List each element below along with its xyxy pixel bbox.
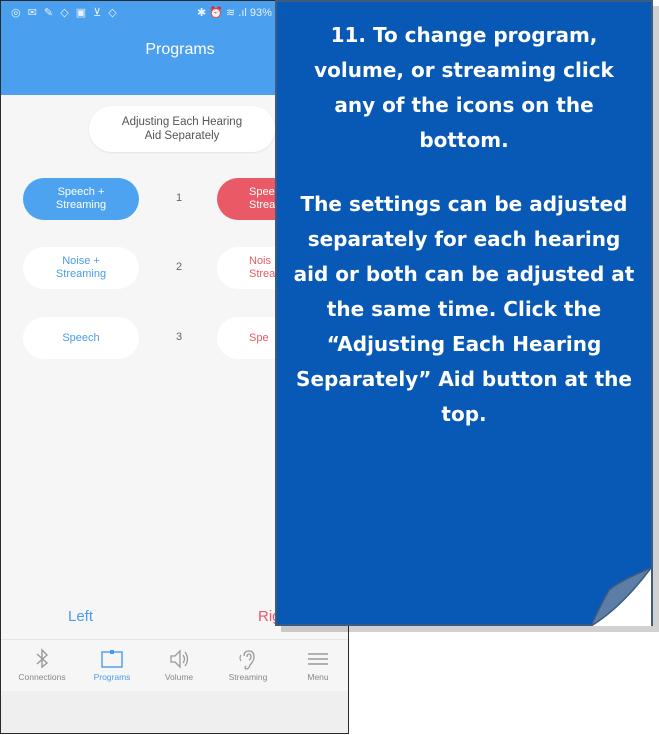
- program-2-left-button[interactable]: Noise + Streaming: [23, 247, 139, 289]
- system-bar-area: [1, 691, 348, 733]
- callout-paragraph-1: 11. To change program, volume, or stream…: [314, 23, 614, 152]
- nav-streaming-label: Streaming: [228, 672, 268, 682]
- program-3-right-label: Spe: [249, 331, 269, 344]
- nav-programs[interactable]: Programs: [77, 646, 147, 682]
- program-3-left-label: Speech: [62, 331, 100, 344]
- program-3-left-button[interactable]: Speech: [23, 317, 139, 359]
- program-1-number: 1: [175, 192, 183, 204]
- callout-paragraph-2: The settings can be adjusted separately …: [293, 192, 635, 426]
- nav-volume-label: Volume: [164, 672, 194, 682]
- program-3-number: 3: [175, 331, 183, 343]
- left-side-label: Left: [68, 608, 94, 625]
- bluetooth-icon: [36, 648, 49, 669]
- bottom-nav: Connections Programs Volume Streaming Me…: [1, 639, 348, 692]
- page-curl-icon: [591, 568, 651, 626]
- program-1-left-button[interactable]: Speech + Streaming: [23, 178, 139, 220]
- status-battery: ✱ ⏰ ≋ .ıl 93%: [197, 7, 272, 19]
- nav-menu-label: Menu: [307, 672, 329, 682]
- nav-connections[interactable]: Connections: [7, 646, 77, 682]
- volume-icon: [170, 649, 189, 669]
- nav-streaming[interactable]: Streaming: [213, 646, 283, 682]
- adjust-separately-label: Adjusting Each Hearing Aid Separately: [121, 116, 243, 142]
- nav-programs-label: Programs: [93, 672, 131, 682]
- program-2-number: 2: [175, 261, 183, 273]
- callout-text: 11. To change program, volume, or stream…: [291, 18, 637, 432]
- nav-volume[interactable]: Volume: [144, 646, 214, 682]
- status-icons: ◎ ✉ ✎ ◇ ▣ ⊻ ◇: [11, 7, 119, 19]
- instruction-callout: 11. To change program, volume, or stream…: [275, 0, 653, 626]
- program-2-left-label: Noise + Streaming: [55, 255, 107, 280]
- programs-icon: [101, 650, 123, 668]
- menu-icon: [308, 653, 328, 665]
- nav-menu[interactable]: Menu: [283, 646, 348, 682]
- hearing-icon: [239, 650, 255, 670]
- program-1-left-label: Speech + Streaming: [55, 186, 107, 211]
- nav-connections-label: Connections: [18, 672, 66, 682]
- adjust-separately-button[interactable]: Adjusting Each Hearing Aid Separately: [89, 106, 275, 152]
